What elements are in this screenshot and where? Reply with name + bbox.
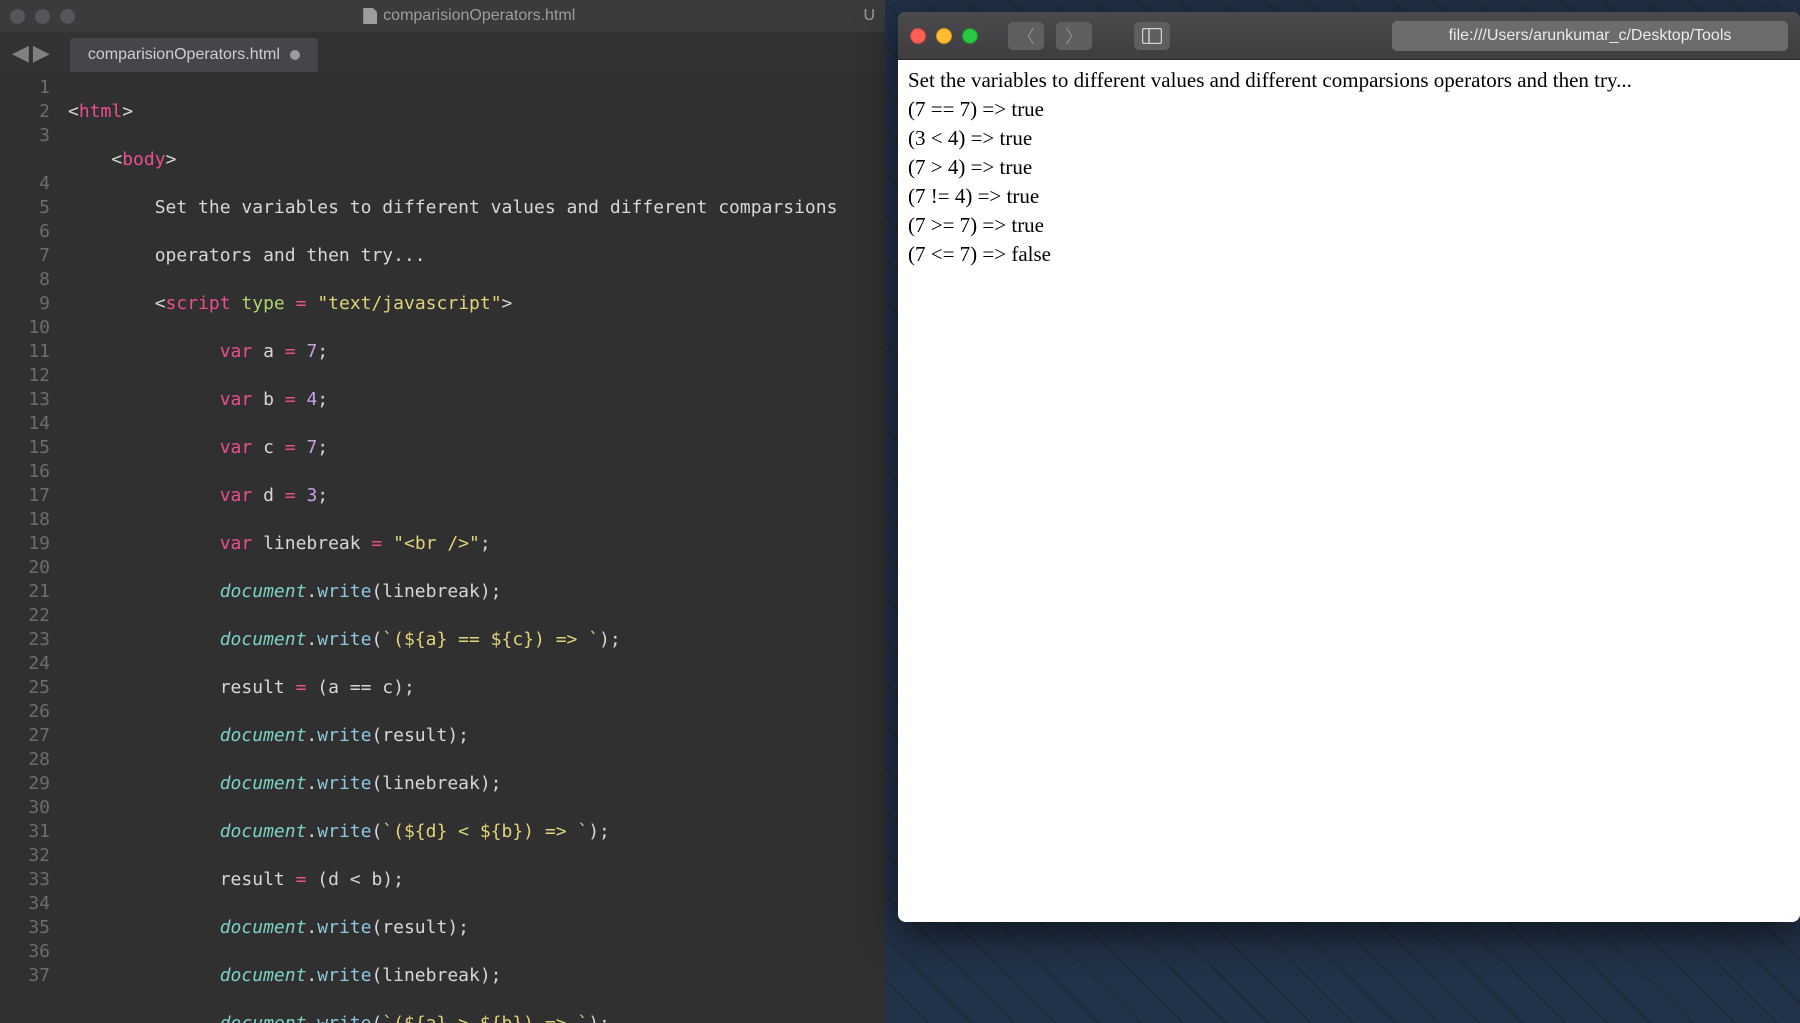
- output-line: (3 < 4) => true: [908, 124, 1790, 153]
- line-number: 4: [4, 172, 50, 196]
- line-number: 23: [4, 628, 50, 652]
- line-number: 26: [4, 700, 50, 724]
- line-number: 27: [4, 724, 50, 748]
- line-number: 30: [4, 796, 50, 820]
- line-number: 22: [4, 604, 50, 628]
- line-number: 12: [4, 364, 50, 388]
- editor-traffic-lights[interactable]: [10, 9, 75, 24]
- editor-titlebar[interactable]: comparisionOperators.html U: [0, 0, 885, 32]
- editor-title-text: comparisionOperators.html: [383, 7, 575, 25]
- editor-tab[interactable]: comparisionOperators.html: [70, 38, 318, 72]
- line-number: 19: [4, 532, 50, 556]
- editor-title: comparisionOperators.html: [83, 7, 855, 25]
- line-number: 7: [4, 244, 50, 268]
- editor-window: comparisionOperators.html U ◀ ▶ comparis…: [0, 0, 885, 1023]
- browser-toolbar: 〈 〉 file:///Users/arunkumar_c/Desktop/To…: [898, 12, 1800, 60]
- line-number: 28: [4, 748, 50, 772]
- line-number: 20: [4, 556, 50, 580]
- chevron-right-icon: 〉: [1065, 23, 1083, 49]
- nav-back-icon[interactable]: ◀: [12, 40, 29, 66]
- output-line: (7 != 4) => true: [908, 182, 1790, 211]
- line-number: 8: [4, 268, 50, 292]
- line-number: 10: [4, 316, 50, 340]
- editor-body[interactable]: 1 2 3 4 5 6 7 8 9 10 11 12 13 14 15 16 1…: [0, 72, 885, 1023]
- nav-forward-icon[interactable]: ▶: [33, 40, 50, 66]
- output-line: (7 >= 7) => true: [908, 211, 1790, 240]
- output-line: (7 == 7) => true: [908, 95, 1790, 124]
- line-number: 25: [4, 676, 50, 700]
- line-number: 35: [4, 916, 50, 940]
- browser-minimize-button[interactable]: [936, 28, 952, 44]
- line-number: 37: [4, 964, 50, 988]
- line-number: 13: [4, 388, 50, 412]
- editor-status-letter: U: [863, 7, 875, 25]
- editor-tabbar: ◀ ▶ comparisionOperators.html: [0, 32, 885, 72]
- editor-tab-label: comparisionOperators.html: [88, 46, 280, 64]
- line-number: 1: [4, 76, 50, 100]
- line-number: 24: [4, 652, 50, 676]
- line-number: 15: [4, 436, 50, 460]
- line-number: 18: [4, 508, 50, 532]
- browser-page-content: Set the variables to different values an…: [898, 60, 1800, 922]
- chevron-left-icon: 〈: [1017, 23, 1035, 49]
- browser-back-button[interactable]: 〈: [1008, 22, 1044, 50]
- line-number: 9: [4, 292, 50, 316]
- output-line: Set the variables to different values an…: [908, 66, 1790, 95]
- line-number: 16: [4, 460, 50, 484]
- line-number: 33: [4, 868, 50, 892]
- browser-traffic-lights[interactable]: [910, 28, 978, 44]
- editor-code[interactable]: <html> <body> Set the variables to diffe…: [62, 72, 885, 1023]
- browser-sidebar-toggle[interactable]: [1134, 22, 1170, 50]
- sidebar-icon: [1142, 28, 1162, 44]
- editor-gutter: 1 2 3 4 5 6 7 8 9 10 11 12 13 14 15 16 1…: [0, 72, 62, 1023]
- output-line: (7 > 4) => true: [908, 153, 1790, 182]
- editor-traffic-close[interactable]: [10, 9, 25, 24]
- editor-traffic-max[interactable]: [60, 9, 75, 24]
- line-number: 29: [4, 772, 50, 796]
- line-number: 31: [4, 820, 50, 844]
- browser-fullscreen-button[interactable]: [962, 28, 978, 44]
- document-icon: [363, 8, 377, 24]
- editor-tab-dirty-dot: [290, 50, 300, 60]
- line-number: 3: [4, 124, 50, 148]
- editor-nav-arrows[interactable]: ◀ ▶: [12, 40, 50, 66]
- browser-forward-button[interactable]: 〉: [1056, 22, 1092, 50]
- line-number: 2: [4, 100, 50, 124]
- browser-window: 〈 〉 file:///Users/arunkumar_c/Desktop/To…: [898, 12, 1800, 922]
- editor-traffic-min[interactable]: [35, 9, 50, 24]
- line-number: 17: [4, 484, 50, 508]
- line-number: 14: [4, 412, 50, 436]
- line-number: 34: [4, 892, 50, 916]
- output-line: (7 <= 7) => false: [908, 240, 1790, 269]
- line-number: 6: [4, 220, 50, 244]
- line-number: 21: [4, 580, 50, 604]
- line-number: 32: [4, 844, 50, 868]
- line-number: 5: [4, 196, 50, 220]
- browser-close-button[interactable]: [910, 28, 926, 44]
- line-number: 11: [4, 340, 50, 364]
- browser-url-field[interactable]: file:///Users/arunkumar_c/Desktop/Tools: [1392, 21, 1788, 51]
- line-number: 36: [4, 940, 50, 964]
- browser-url-text: file:///Users/arunkumar_c/Desktop/Tools: [1449, 27, 1732, 45]
